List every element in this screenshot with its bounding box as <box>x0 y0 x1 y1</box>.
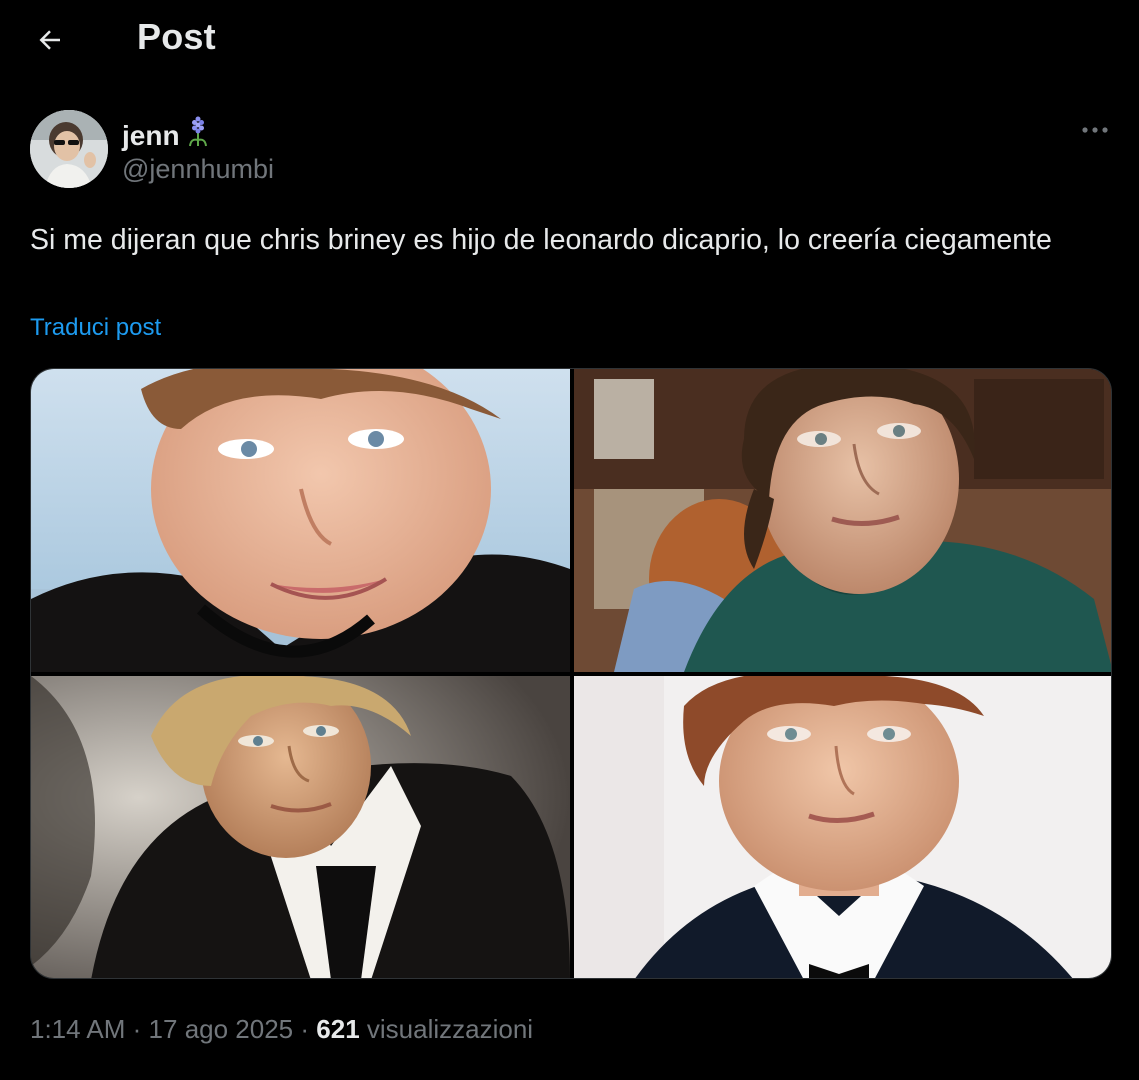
author-name-text: jenn <box>122 119 180 151</box>
translate-post-link[interactable]: Traduci post <box>30 314 161 342</box>
media-photo-4[interactable] <box>574 676 1111 978</box>
views-count: 621 <box>316 1014 360 1044</box>
post-time[interactable]: 1:14 AM <box>30 1014 125 1044</box>
avatar[interactable] <box>30 110 108 188</box>
media-grid <box>30 368 1112 979</box>
more-options-button[interactable] <box>1075 112 1115 148</box>
meta-separator: · <box>300 1014 310 1044</box>
avatar-image <box>30 110 108 188</box>
more-icon <box>1082 127 1108 133</box>
post-author: jenn @jennhumbi <box>30 110 1110 190</box>
post-date[interactable]: 17 ago 2025 <box>149 1014 294 1044</box>
author-display-name[interactable]: jenn <box>122 116 210 155</box>
page-title: Post <box>137 16 216 57</box>
arrow-left-icon <box>39 30 60 50</box>
media-photo-1[interactable] <box>31 369 570 672</box>
meta-separator: · <box>132 1014 142 1044</box>
views-label: visualizzazioni <box>366 1014 534 1044</box>
hyacinth-icon <box>186 116 210 155</box>
back-button[interactable] <box>28 18 72 62</box>
media-photo-3[interactable] <box>31 676 570 978</box>
media-photo-2[interactable] <box>574 369 1111 672</box>
author-handle[interactable]: @jennhumbi <box>122 154 274 185</box>
post-meta: 1:14 AM · 17 ago 2025 · 621 visualizzazi… <box>30 1014 533 1045</box>
post-text: Si me dijeran que chris briney es hijo d… <box>30 224 1052 256</box>
top-bar: Post <box>0 0 1139 78</box>
